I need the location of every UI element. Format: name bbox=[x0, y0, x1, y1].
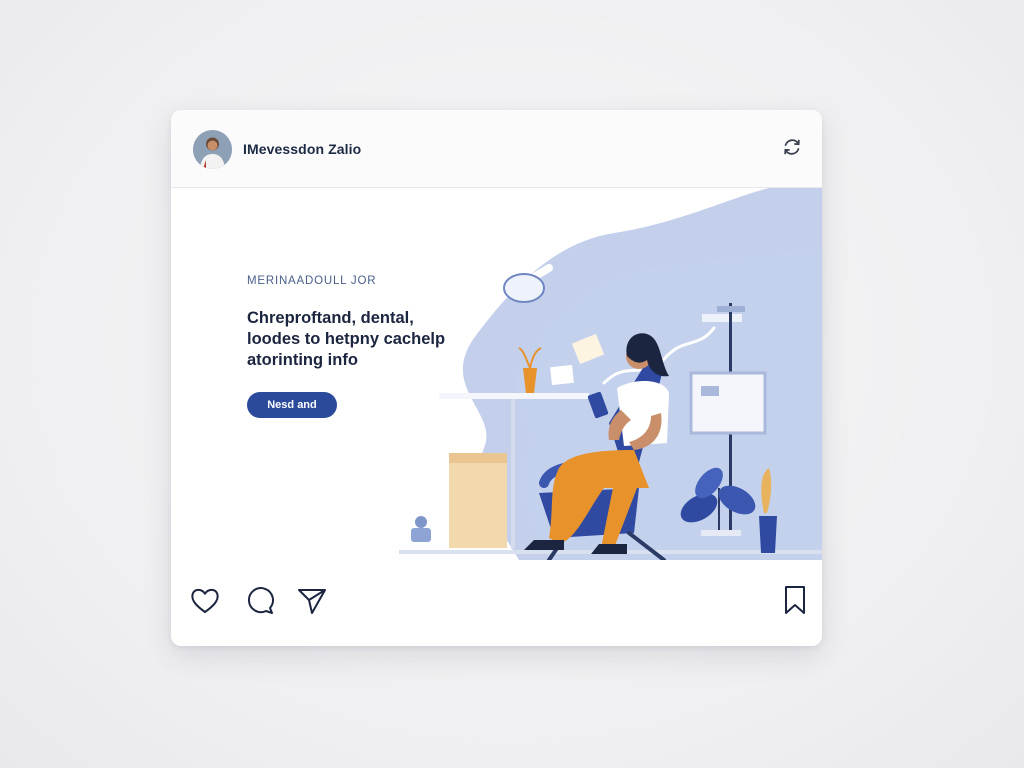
refresh-icon[interactable] bbox=[780, 135, 804, 159]
comment-icon[interactable] bbox=[242, 584, 276, 618]
post-header: IMevessdon Zalio bbox=[171, 110, 822, 188]
bookmark-icon[interactable] bbox=[778, 583, 812, 617]
post-card: IMevessdon Zalio MERINAADOULL JOR Chrepr… bbox=[171, 110, 822, 646]
heart-icon[interactable] bbox=[188, 584, 222, 618]
cta-button[interactable]: Nesd and bbox=[247, 392, 337, 418]
action-bar bbox=[171, 560, 822, 646]
avatar[interactable] bbox=[193, 130, 232, 169]
send-icon[interactable] bbox=[295, 584, 329, 618]
post-illustration bbox=[399, 188, 822, 562]
username[interactable]: IMevessdon Zalio bbox=[243, 141, 361, 157]
